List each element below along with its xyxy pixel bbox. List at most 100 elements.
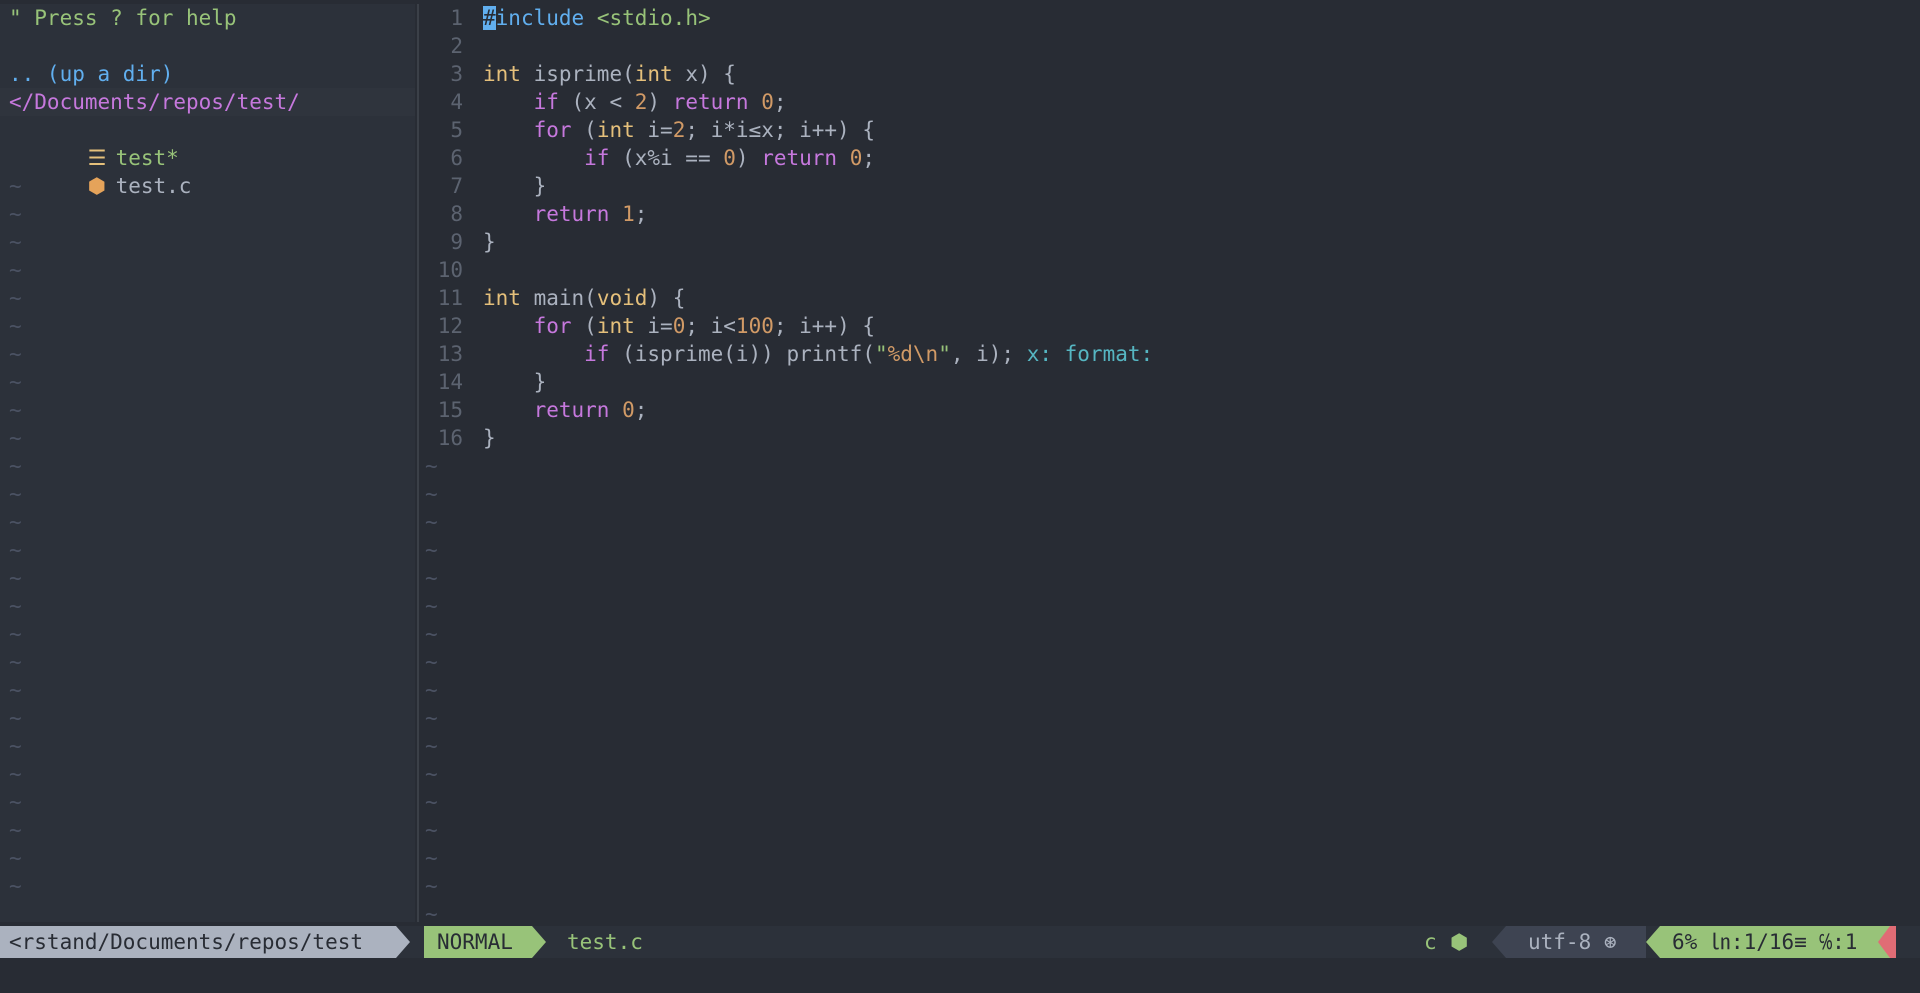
code-line[interactable]: 16} [420, 424, 1895, 452]
status-position: 6% ㏑:1/16≡ ℅:1 [1660, 926, 1890, 958]
status-filename: test.c [567, 930, 643, 954]
editor-empty-line-tilde: ~ [425, 622, 438, 646]
editor-empty-line-tilde: ~ [425, 454, 438, 478]
editor-empty-line-tilde: ~ [425, 566, 438, 590]
code-line[interactable]: 12 for (int i=0; i<100; i++) { [420, 312, 1895, 340]
editor-empty-line-tilde: ~ [425, 874, 438, 898]
tree-blank-line [0, 32, 415, 60]
tree-empty-line-tilde: ~ [9, 538, 22, 562]
tree-empty-line-tilde: ~ [9, 510, 22, 534]
code-line[interactable]: 13 if (isprime(i)) printf("%d\n", i); x:… [420, 340, 1895, 368]
line-number: 6 [450, 146, 463, 170]
text-file-icon: ☰ [87, 146, 107, 170]
tree-empty-line-tilde: ~ [9, 258, 22, 282]
code-line[interactable]: 3 int isprime(int x) { [420, 60, 1895, 88]
line-number: 16 [437, 426, 463, 450]
line-number: 9 [450, 230, 463, 254]
editor-empty-line-tilde: ~ [425, 818, 438, 842]
tree-entry-name: test* [115, 146, 179, 170]
code-line[interactable]: 5 for (int i=2; i*i≤x; i++) { [420, 116, 1895, 144]
editor-empty-line-tilde: ~ [425, 734, 438, 758]
code-editor[interactable]: 1 #include <stdio.h> 2 3 int isprime(int x… [420, 4, 1895, 922]
status-separator-arrow [1646, 926, 1660, 958]
code-line[interactable]: 8 return 1; [420, 200, 1895, 228]
editor-empty-line-tilde: ~ [425, 510, 438, 534]
tree-empty-line-tilde: ~ [9, 650, 22, 674]
code-text: if (x < 2) return 0; [533, 90, 787, 114]
editor-empty-line-tilde: ~ [425, 594, 438, 618]
tree-empty-line-tilde: ~ [9, 706, 22, 730]
code-text: int isprime(int x) { [483, 62, 736, 86]
tree-empty-line-tilde: ~ [9, 426, 22, 450]
tree-empty-line-tilde: ~ [9, 454, 22, 478]
code-line[interactable]: 9} [420, 228, 1895, 256]
status-line: <rstand/Documents/repos/test NORMAL test… [0, 926, 1920, 958]
tree-empty-line-tilde: ~ [9, 286, 22, 310]
line-number: 8 [450, 202, 463, 226]
tree-entry-name: test.c [115, 174, 192, 198]
editor-empty-line-tilde: ~ [425, 846, 438, 870]
line-number: 15 [437, 398, 463, 422]
tree-help-line: " Press ? for help [9, 6, 237, 30]
tree-empty-line-tilde: ~ [9, 678, 22, 702]
editor-empty-line-tilde: ~ [425, 650, 438, 674]
tree-empty-line-tilde: ~ [9, 846, 22, 870]
tree-entry-test[interactable]: ☰ test* [0, 116, 415, 170]
status-encoding-text: utf-8 [1528, 930, 1592, 954]
code-text: for (int i=2; i*i≤x; i++) { [533, 118, 875, 142]
tree-empty-line-tilde: ~ [9, 790, 22, 814]
tree-empty-line-tilde: ~ [9, 622, 22, 646]
c-language-icon: ⬢ [1450, 930, 1469, 954]
code-text: } [483, 230, 496, 254]
code-line[interactable]: 14 } [420, 368, 1895, 396]
tree-empty-line-tilde: ~ [9, 314, 22, 338]
tree-empty-line-tilde: ~ [9, 482, 22, 506]
code-text: int main(void) { [483, 286, 686, 310]
status-mode: NORMAL [424, 926, 532, 958]
line-number: 2 [450, 34, 463, 58]
editor-empty-line-tilde: ~ [425, 538, 438, 562]
editor-empty-line-tilde: ~ [425, 790, 438, 814]
tree-empty-line-tilde: ~ [9, 734, 22, 758]
code-line[interactable]: 10 [420, 256, 1895, 284]
status-tree-path: <rstand/Documents/repos/test [0, 926, 396, 958]
editor-empty-line-tilde: ~ [425, 482, 438, 506]
line-number: 1 [450, 6, 463, 30]
code-line[interactable]: 1 #include <stdio.h> [420, 4, 1895, 32]
tree-up-dir[interactable]: .. (up a dir) [0, 60, 415, 88]
line-number: 13 [437, 342, 463, 366]
code-line[interactable]: 11 int main(void) { [420, 284, 1895, 312]
vertical-split-divider[interactable] [417, 4, 419, 922]
tree-empty-line-tilde: ~ [9, 398, 22, 422]
code-line[interactable]: 2 [420, 32, 1895, 60]
status-separator-arrow [396, 926, 410, 958]
status-separator-arrow [1878, 926, 1890, 958]
code-line[interactable]: 4 if (x < 2) return 0; [420, 88, 1895, 116]
line-number: 3 [450, 62, 463, 86]
line-number: 4 [450, 90, 463, 114]
code-line[interactable]: 15 return 0; [420, 396, 1895, 424]
os-icon: ⊛ [1603, 930, 1617, 954]
file-tree-pane[interactable]: " Press ? for help .. (up a dir) </Docum… [0, 4, 415, 922]
line-number: 5 [450, 118, 463, 142]
code-line[interactable]: 6 if (x%i == 0) return 0; [420, 144, 1895, 172]
status-filetype: c [1424, 930, 1437, 954]
diagnostic-virtual-text: x: format: [1026, 342, 1154, 366]
code-text: return 1; [533, 202, 648, 226]
line-number: 12 [437, 314, 463, 338]
code-text: } [483, 370, 547, 394]
status-encoding: utf-8 ⊛ [1506, 926, 1646, 958]
status-separator-arrow [1492, 926, 1506, 958]
line-number: 14 [437, 370, 463, 394]
code-text: #include <stdio.h> [483, 6, 711, 30]
tree-empty-line-tilde: ~ [9, 762, 22, 786]
tree-empty-line-tilde: ~ [9, 594, 22, 618]
tree-current-dir[interactable]: </Documents/repos/test/ [0, 88, 415, 116]
code-line[interactable]: 7 } [420, 172, 1895, 200]
line-number: 10 [437, 258, 463, 282]
code-text: return 0; [533, 398, 648, 422]
code-text: } [483, 426, 496, 450]
editor-empty-line-tilde: ~ [425, 706, 438, 730]
